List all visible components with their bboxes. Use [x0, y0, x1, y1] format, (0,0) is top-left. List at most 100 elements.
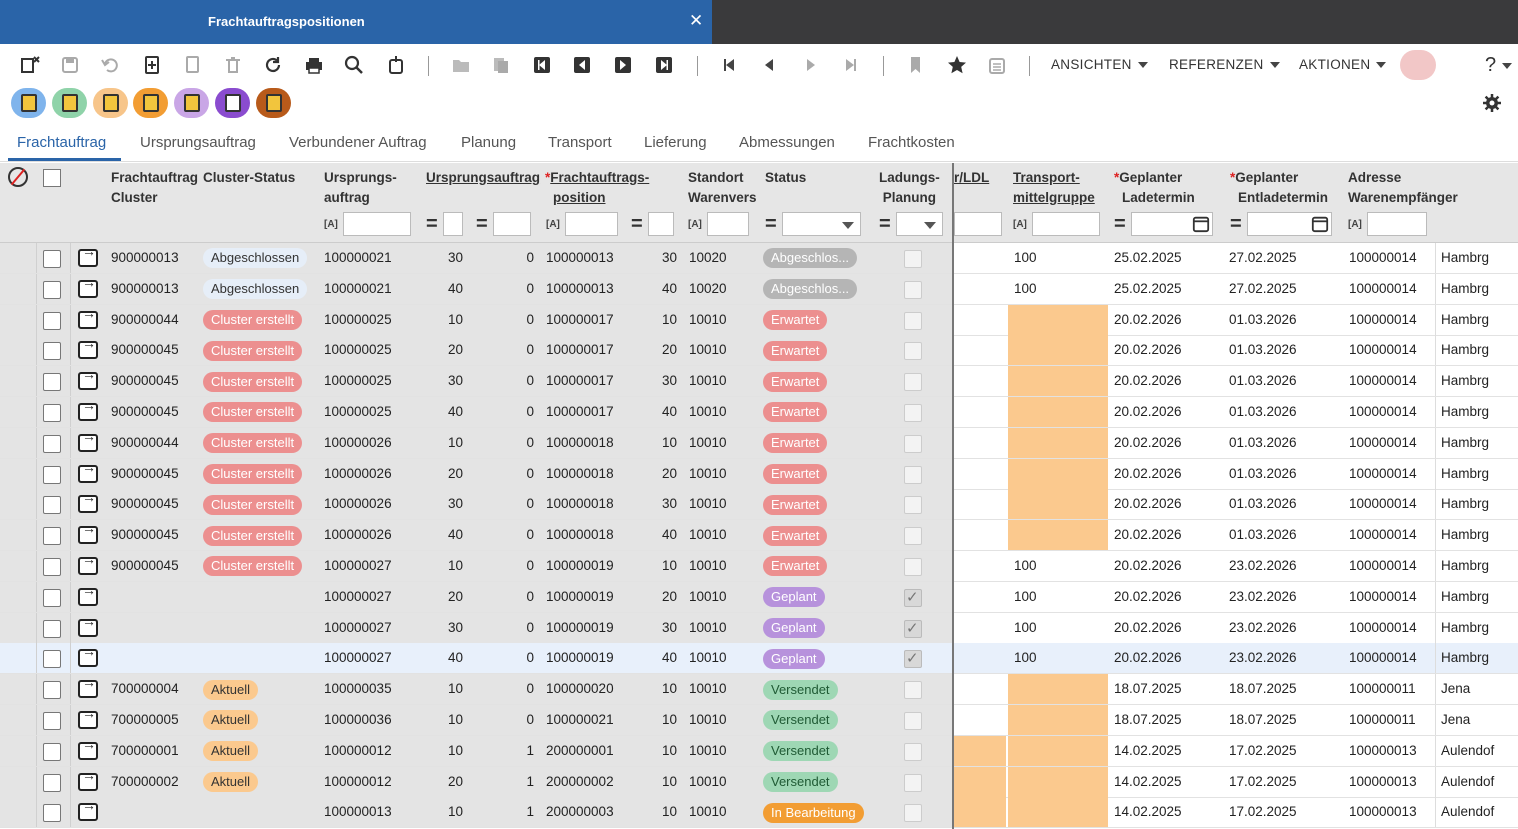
open-record-icon[interactable]: [78, 582, 98, 606]
col-ursprungsauftrag-link[interactable]: Ursprungsauftrag: [426, 168, 540, 188]
open-record-icon[interactable]: [78, 797, 98, 822]
new-document-icon[interactable]: [140, 54, 164, 76]
filter-input[interactable]: [564, 212, 618, 236]
table-row[interactable]: 900000013 Abgeschlossen 100000021 30 0 100000…: [0, 243, 1518, 274]
ladungsplanung-checkbox[interactable]: [904, 588, 922, 607]
table-row[interactable]: 900000045Cluster erstellt100000027100100…: [0, 551, 1518, 582]
row-checkbox[interactable]: [43, 465, 61, 484]
row-checkbox[interactable]: [43, 280, 61, 299]
ladungsplanung-filter-dropdown[interactable]: [895, 212, 943, 236]
bookmark-add-icon[interactable]: [904, 54, 928, 76]
last-record-icon[interactable]: [652, 54, 676, 76]
open-record-icon[interactable]: [78, 489, 98, 514]
open-record-icon[interactable]: [78, 274, 98, 298]
open-record-icon[interactable]: [78, 459, 98, 483]
tab-frachtauftragspositionen[interactable]: Frachtauftragspositionen ✕: [0, 0, 712, 44]
open-record-icon[interactable]: [78, 613, 98, 637]
filter-input[interactable]: [706, 212, 749, 236]
favorite-star-icon[interactable]: [945, 54, 969, 76]
row-checkbox[interactable]: [43, 773, 61, 792]
ladungsplanung-checkbox[interactable]: [904, 619, 922, 638]
filter-input[interactable]: [342, 212, 411, 236]
table-row[interactable]: 700000001 Aktuell 100000012 10 1 200000001 10 1…: [0, 735, 1518, 767]
ladungsplanung-checkbox[interactable]: [904, 681, 922, 700]
row-checkbox[interactable]: [43, 712, 61, 730]
delete-icon[interactable]: [221, 54, 245, 76]
col-geplanter-ladetermin[interactable]: *Geplanter Ladetermin: [1114, 168, 1195, 208]
table-row[interactable]: 700000005 Aktuell 100000036 10 0 100000021 10 1…: [0, 705, 1518, 736]
print-icon[interactable]: [302, 54, 326, 76]
filter-input[interactable]: [492, 212, 531, 236]
open-record-icon[interactable]: [78, 736, 98, 760]
row-checkbox[interactable]: [43, 588, 61, 607]
refresh-icon[interactable]: [261, 54, 285, 76]
ladungsplanung-checkbox[interactable]: [904, 742, 922, 761]
settings-gear-icon[interactable]: [1480, 92, 1504, 114]
tab-verbundener-auftrag[interactable]: Verbundener Auftrag: [289, 134, 427, 151]
open-record-icon[interactable]: [78, 366, 98, 391]
ladungsplanung-checkbox[interactable]: [904, 804, 922, 823]
export-icon[interactable]: [384, 54, 408, 76]
app-launcher-4-icon[interactable]: [133, 88, 168, 118]
row-checkbox[interactable]: [43, 650, 61, 669]
help-button[interactable]: ?: [1485, 54, 1513, 77]
table-row[interactable]: 700000004 Aktuell 100000035 10 0 100000020 10 1…: [0, 674, 1518, 706]
first-record-icon[interactable]: [530, 54, 554, 76]
filter-input[interactable]: [954, 212, 1002, 236]
save-icon[interactable]: [58, 54, 82, 76]
open-record-icon[interactable]: [78, 674, 98, 699]
ladungsplanung-checkbox[interactable]: [904, 373, 922, 392]
row-checkbox[interactable]: [43, 496, 61, 515]
table-row[interactable]: 900000045 Cluster erstellt 100000026 20 0 100…: [0, 458, 1518, 490]
table-row[interactable]: 900000045 Cluster erstellt 100000025 30 0 100…: [0, 366, 1518, 398]
undo-icon[interactable]: [98, 54, 122, 76]
tab-transport[interactable]: Transport: [548, 134, 612, 151]
table-row[interactable]: 100000027 30 0 100000019 30 10010 Geplant 100 20…: [0, 612, 1518, 644]
documents-icon[interactable]: [489, 54, 513, 76]
table-row[interactable]: 900000045 Cluster erstellt 100000025 20 0 100…: [0, 335, 1518, 367]
app-launcher-5-icon[interactable]: [174, 88, 209, 118]
close-icon[interactable]: ✕: [689, 11, 703, 31]
no-edit-icon[interactable]: [8, 167, 28, 187]
copy-document-icon[interactable]: [180, 54, 204, 76]
row-checkbox[interactable]: [43, 681, 61, 700]
user-profile-icon[interactable]: [1400, 50, 1436, 80]
clear-edit-icon[interactable]: [18, 54, 42, 76]
col-frachtauftragsposition[interactable]: *Frachtauftrags-position: [545, 168, 649, 208]
ladungsplanung-checkbox[interactable]: [904, 404, 922, 422]
ladungsplanung-checkbox[interactable]: [904, 649, 922, 669]
open-record-icon[interactable]: [78, 335, 98, 360]
previous-record-icon[interactable]: [570, 54, 594, 76]
row-checkbox[interactable]: [43, 804, 61, 823]
filter-input[interactable]: [647, 212, 674, 236]
table-row[interactable]: 900000044Cluster erstellt100000026100100…: [0, 427, 1518, 459]
open-record-icon[interactable]: [78, 705, 98, 729]
date-filter-input[interactable]: [1130, 212, 1213, 236]
app-launcher-1-icon[interactable]: [11, 88, 46, 118]
table-row[interactable]: 900000045 Cluster erstellt 100000026 30 0 100…: [0, 489, 1518, 521]
col-geplanter-entladetermin[interactable]: *Geplanter Entladetermin: [1230, 168, 1328, 208]
col-ursprungsauftrag[interactable]: Ursprungs-auftrag: [324, 168, 397, 208]
row-checkbox[interactable]: [43, 311, 61, 330]
menu-aktionen[interactable]: AKTIONEN: [1299, 57, 1387, 72]
ladungsplanung-checkbox[interactable]: [904, 342, 922, 361]
col-ladungsplanung[interactable]: Ladungs- Planung: [879, 168, 940, 208]
row-checkbox[interactable]: [43, 404, 61, 422]
table-row[interactable]: 100000013 10 1 200000003 10 10010 In Bearbeitu…: [0, 797, 1518, 829]
ladungsplanung-checkbox[interactable]: [904, 527, 922, 546]
ladungsplanung-checkbox[interactable]: [904, 280, 922, 299]
app-launcher-7-icon[interactable]: [256, 88, 291, 118]
select-all-checkbox[interactable]: [43, 169, 61, 187]
previous-page-icon[interactable]: [758, 54, 782, 76]
col-adresse-warenempfaenger[interactable]: Adresse Warenempfänger: [1348, 168, 1458, 208]
open-record-icon[interactable]: [78, 643, 98, 668]
next-record-icon[interactable]: [611, 54, 635, 76]
ladungsplanung-checkbox[interactable]: [904, 434, 922, 453]
row-checkbox[interactable]: [43, 250, 61, 268]
col-frachtauftrag-cluster[interactable]: Frachtauftrag Cluster: [111, 168, 198, 208]
menu-referenzen[interactable]: REFERENZEN: [1169, 57, 1280, 72]
ladungsplanung-checkbox[interactable]: [904, 465, 922, 484]
table-row[interactable]: 900000044Cluster erstellt100000025100100…: [0, 304, 1518, 336]
row-checkbox[interactable]: [43, 527, 61, 546]
ladungsplanung-checkbox[interactable]: [904, 712, 922, 730]
